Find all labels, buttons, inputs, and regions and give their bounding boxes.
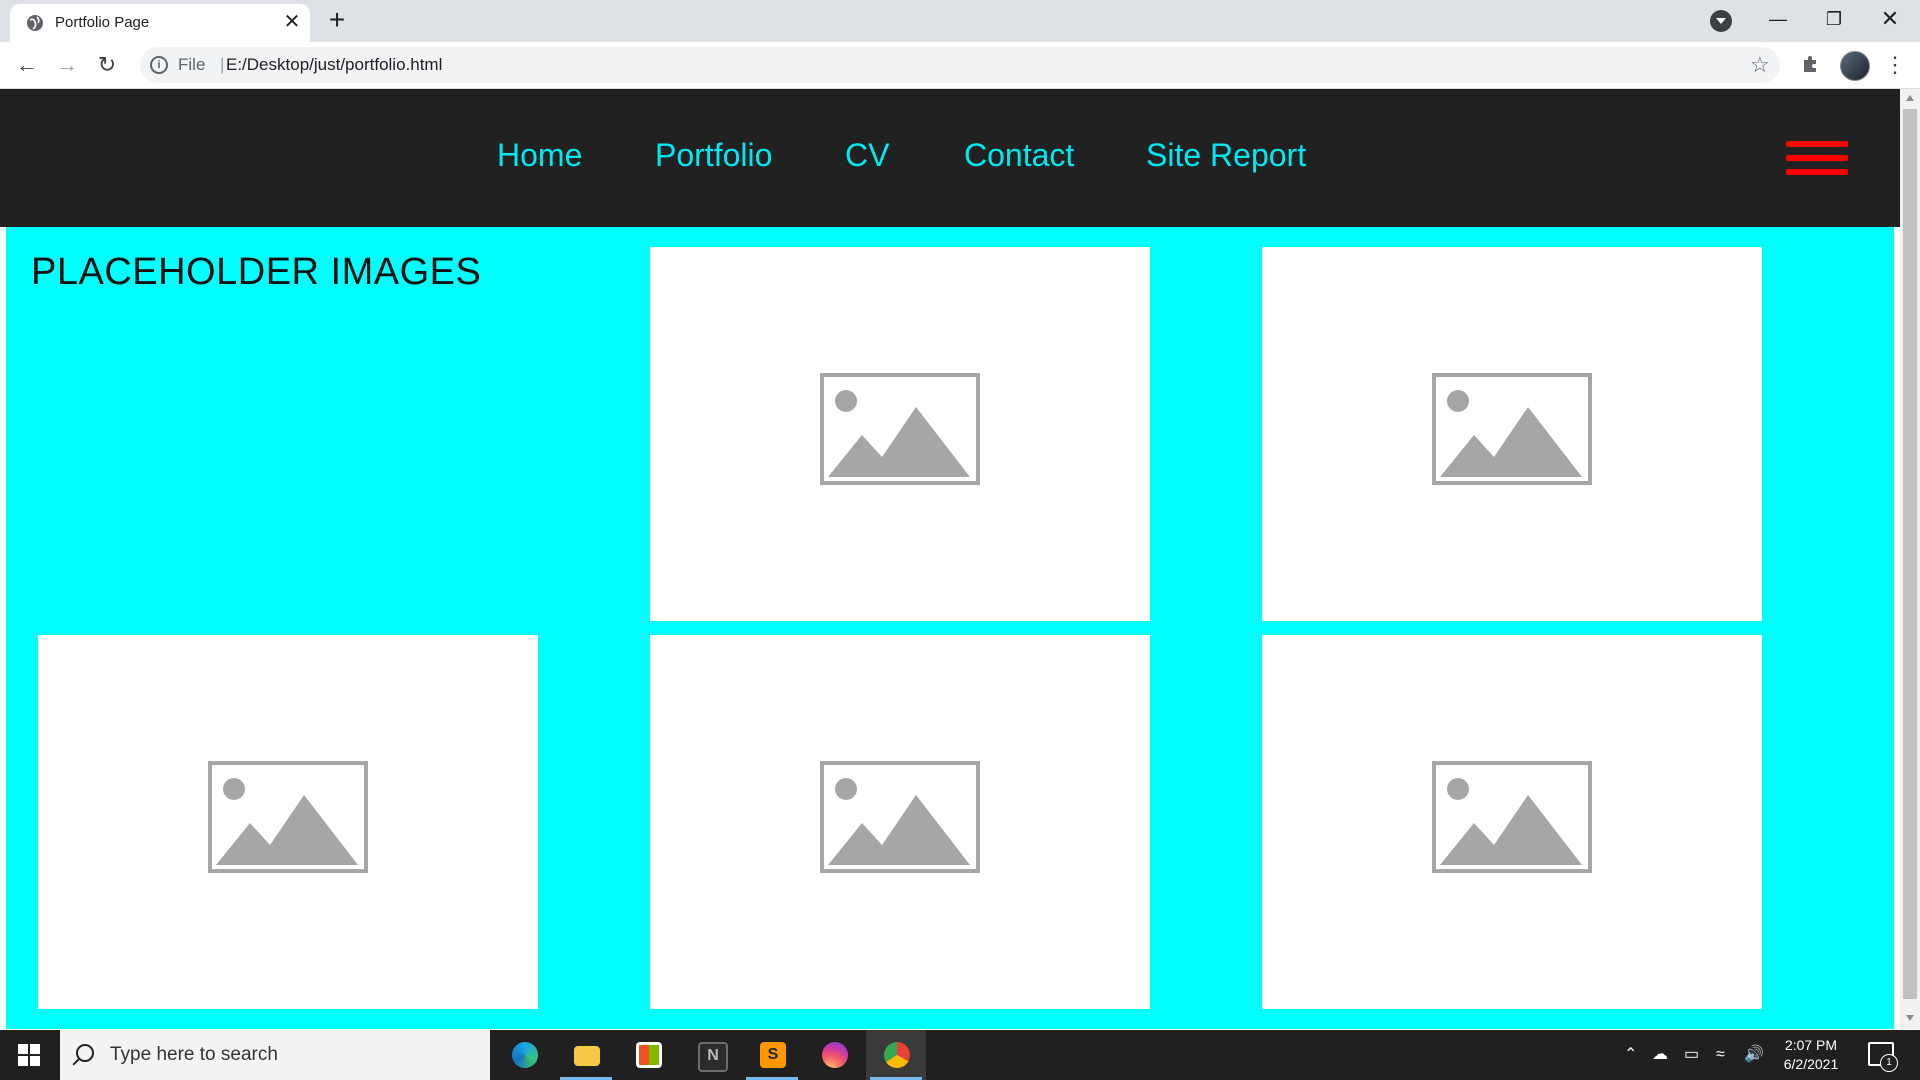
notepad-icon[interactable]: N bbox=[680, 1030, 740, 1080]
clock-time: 2:07 PM bbox=[1784, 1037, 1838, 1053]
profile-avatar[interactable] bbox=[1840, 51, 1870, 81]
vertical-scrollbar[interactable] bbox=[1900, 89, 1920, 1029]
site-nav: Home Portfolio CV Contact Site Report bbox=[0, 89, 1900, 227]
forward-arrow-icon[interactable]: → bbox=[52, 50, 82, 80]
edge-icon[interactable] bbox=[494, 1030, 554, 1080]
placeholder-image bbox=[1262, 247, 1762, 621]
volume-icon[interactable]: 🔊 bbox=[1744, 1030, 1764, 1080]
nav-link-cv[interactable]: CV bbox=[845, 137, 889, 174]
window-minimize-button[interactable]: — bbox=[1750, 0, 1806, 38]
image-placeholder-icon bbox=[820, 373, 980, 485]
taskbar-search-box[interactable]: Type here to search bbox=[60, 1030, 490, 1080]
nav-link-home[interactable]: Home bbox=[497, 137, 582, 174]
hamburger-menu-icon[interactable] bbox=[1786, 141, 1848, 181]
globe-icon bbox=[27, 15, 43, 31]
sublime-text-icon[interactable]: S bbox=[742, 1030, 802, 1080]
bookmark-star-icon[interactable]: ☆ bbox=[1750, 52, 1770, 78]
instagram-icon[interactable] bbox=[804, 1030, 864, 1080]
scrollbar-thumb[interactable] bbox=[1903, 109, 1917, 999]
tab-close-icon[interactable]: ✕ bbox=[280, 10, 304, 34]
scroll-up-arrow-icon[interactable] bbox=[1906, 95, 1914, 101]
placeholder-image bbox=[650, 635, 1150, 1009]
extensions-puzzle-icon[interactable] bbox=[1800, 53, 1822, 75]
image-placeholder-icon bbox=[1432, 761, 1592, 873]
page-viewport: Home Portfolio CV Contact Site Report PL… bbox=[0, 89, 1900, 1029]
nav-link-contact[interactable]: Contact bbox=[964, 137, 1074, 174]
image-placeholder-icon bbox=[208, 761, 368, 873]
site-header: Home Portfolio CV Contact Site Report bbox=[0, 89, 1900, 227]
new-tab-button[interactable]: + bbox=[322, 6, 352, 36]
info-icon[interactable]: i bbox=[150, 56, 168, 74]
placeholder-image bbox=[650, 247, 1150, 621]
address-scheme: File bbox=[178, 55, 206, 74]
search-icon bbox=[76, 1044, 94, 1062]
chrome-icon[interactable] bbox=[866, 1030, 926, 1080]
placeholder-image bbox=[38, 635, 538, 1009]
address-bar[interactable]: i File | E:/Desktop/just/portfolio.html … bbox=[140, 47, 1780, 83]
windows-start-icon[interactable] bbox=[18, 1044, 40, 1066]
clock-date: 6/2/2021 bbox=[1783, 1056, 1839, 1072]
scroll-down-arrow-icon[interactable] bbox=[1906, 1015, 1914, 1021]
battery-icon[interactable]: ▭ bbox=[1684, 1030, 1699, 1080]
browser-menu-icon[interactable]: ⋮ bbox=[1884, 50, 1906, 80]
image-placeholder-icon bbox=[1432, 373, 1592, 485]
window-restore-button[interactable]: ❐ bbox=[1806, 0, 1862, 38]
back-arrow-icon[interactable]: ← bbox=[12, 50, 42, 80]
taskbar-search-placeholder: Type here to search bbox=[110, 1044, 278, 1065]
wifi-icon[interactable]: ≈ bbox=[1716, 1030, 1725, 1080]
tab-search-icon[interactable] bbox=[1710, 10, 1732, 32]
placeholder-image bbox=[1262, 635, 1762, 1009]
taskbar-clock[interactable]: 2:07 PM 6/2/2021 bbox=[1776, 1036, 1846, 1074]
reload-icon[interactable]: ↻ bbox=[92, 50, 122, 80]
show-hidden-icons-chevron-icon[interactable]: ⌃ bbox=[1624, 1030, 1637, 1080]
portfolio-content: PLACEHOLDER IMAGES bbox=[6, 227, 1894, 1029]
taskbar: Type here to search N S ⌃ ☁ ▭ ≈ 🔊 2:07 P… bbox=[0, 1030, 1920, 1080]
image-placeholder-icon bbox=[820, 761, 980, 873]
window-close-button[interactable]: ✕ bbox=[1862, 0, 1918, 38]
browser-tab-strip: Portfolio Page ✕ + — ❐ ✕ bbox=[0, 0, 1920, 42]
store-icon[interactable] bbox=[618, 1030, 678, 1080]
browser-toolbar: ← → ↻ i File | E:/Desktop/just/portfolio… bbox=[0, 42, 1920, 89]
address-url[interactable]: E:/Desktop/just/portfolio.html bbox=[226, 55, 442, 75]
browser-tab[interactable]: Portfolio Page ✕ bbox=[10, 4, 310, 42]
nav-link-portfolio[interactable]: Portfolio bbox=[655, 137, 772, 174]
nav-link-site-report[interactable]: Site Report bbox=[1146, 137, 1306, 174]
page-heading: PLACEHOLDER IMAGES bbox=[31, 251, 482, 293]
notification-count-badge: 1 bbox=[1880, 1054, 1898, 1072]
tab-title: Portfolio Page bbox=[55, 14, 150, 31]
address-separator: | bbox=[220, 55, 225, 74]
file-explorer-icon[interactable] bbox=[556, 1030, 616, 1080]
onedrive-cloud-icon[interactable]: ☁ bbox=[1652, 1030, 1668, 1080]
